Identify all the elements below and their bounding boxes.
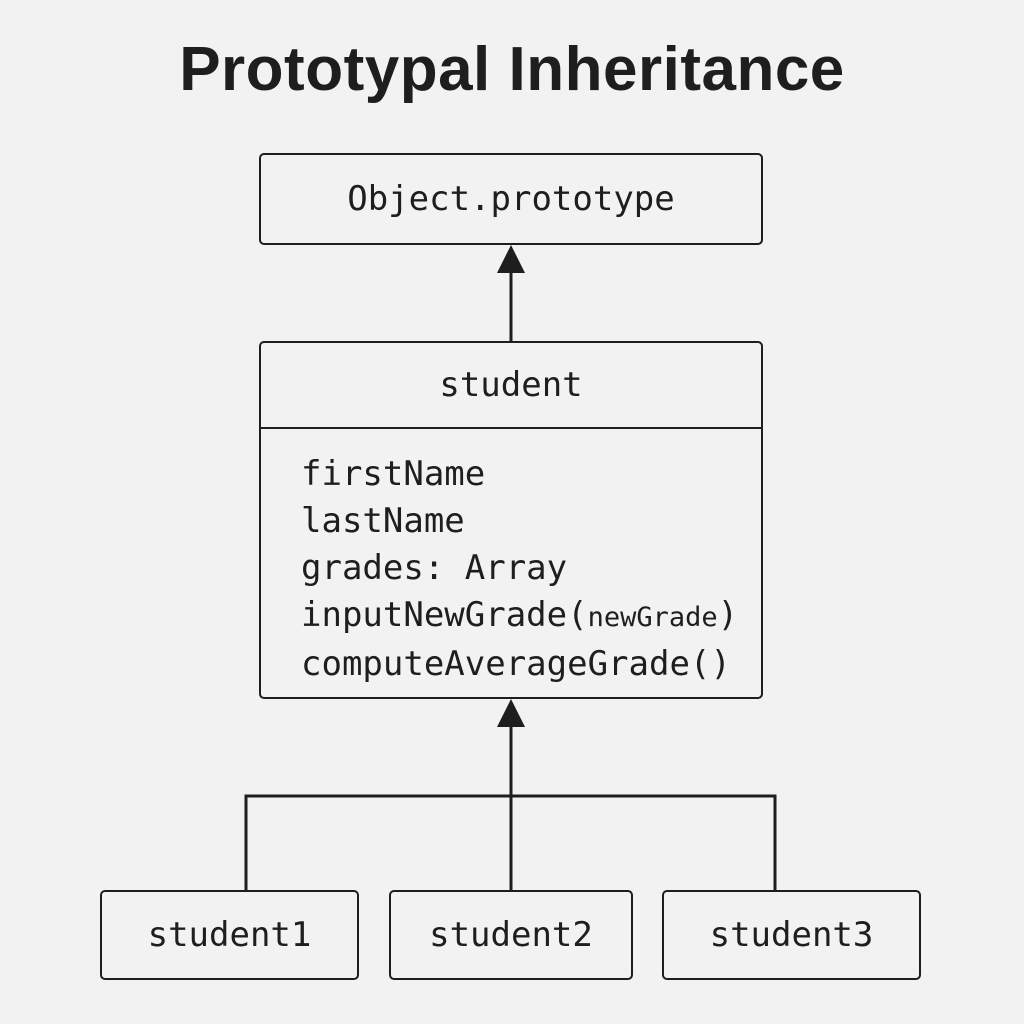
instance-label: student1 xyxy=(147,915,312,955)
member-item: inputNewGrade(newGrade) xyxy=(301,592,761,641)
object-prototype-label: Object.prototype xyxy=(347,179,675,219)
object-prototype-box: Object.prototype xyxy=(259,153,763,245)
instance-box-student3: student3 xyxy=(662,890,921,980)
member-item: lastName xyxy=(301,498,761,545)
student-header: student xyxy=(261,343,761,429)
instance-box-student1: student1 xyxy=(100,890,359,980)
arrowhead-up-icon xyxy=(497,699,525,727)
student-name: student xyxy=(439,365,583,405)
member-last-name: lastName xyxy=(301,501,465,541)
student-members-list: firstName lastName grades: Array inputNe… xyxy=(261,429,761,688)
member-item: grades: Array xyxy=(301,545,761,592)
instance-box-student2: student2 xyxy=(389,890,633,980)
member-first-name: firstName xyxy=(301,454,486,494)
member-item: firstName xyxy=(301,451,761,498)
student-prototype-box: student firstName lastName grades: Array… xyxy=(259,341,763,699)
member-input-new-grade: inputNewGrade( xyxy=(301,595,588,635)
member-grades: grades: Array xyxy=(301,548,568,588)
member-input-new-grade-close: ) xyxy=(717,595,739,635)
instance-label: student2 xyxy=(429,915,593,955)
member-input-new-grade-param: newGrade xyxy=(587,602,718,633)
arrowhead-up-icon xyxy=(497,245,525,273)
member-compute-average-grade: computeAverageGrade() xyxy=(301,644,731,684)
instance-label: student3 xyxy=(709,915,874,955)
member-item: computeAverageGrade() xyxy=(301,641,761,688)
